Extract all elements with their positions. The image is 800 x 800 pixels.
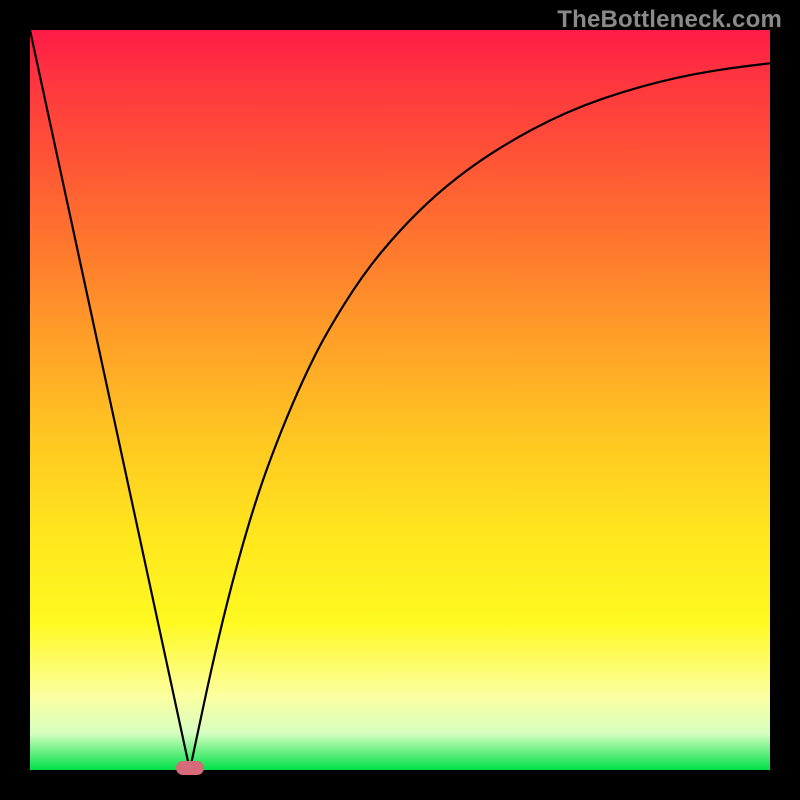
chart-container: TheBottleneck.com [0, 0, 800, 800]
curve-svg [30, 30, 770, 770]
bottleneck-curve [30, 30, 770, 770]
minimum-marker [176, 761, 204, 775]
plot-area [30, 30, 770, 770]
